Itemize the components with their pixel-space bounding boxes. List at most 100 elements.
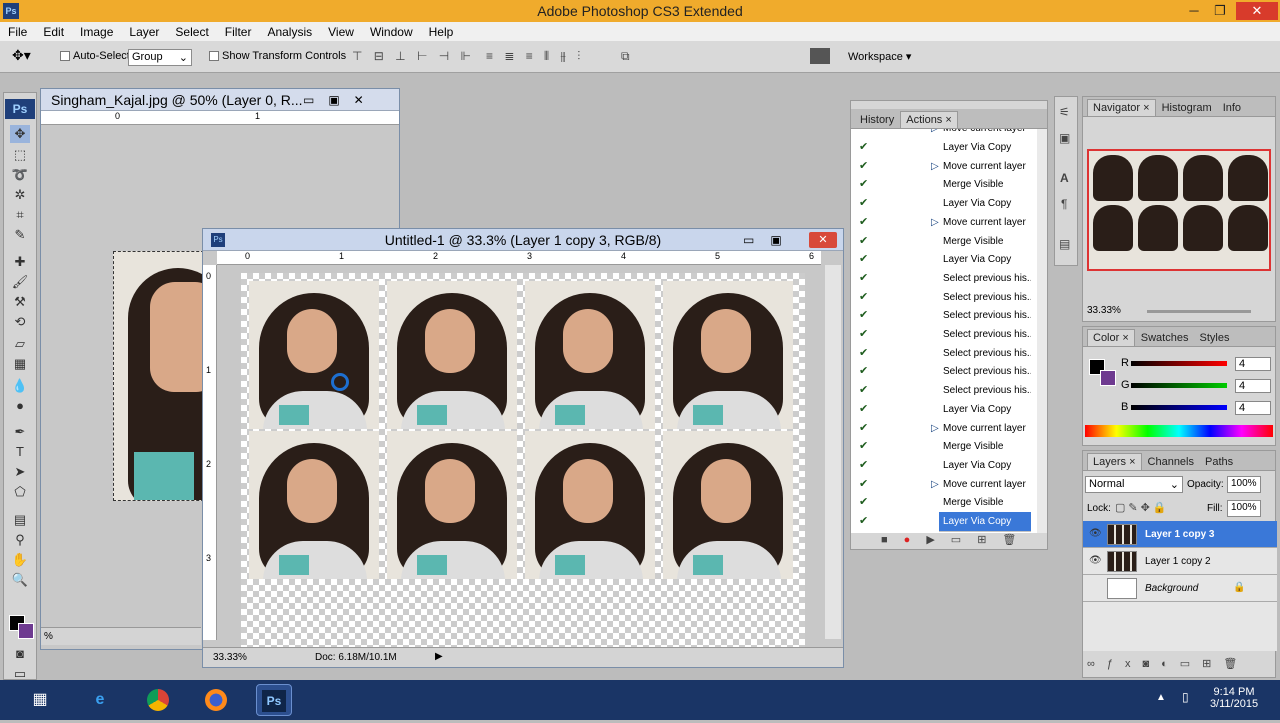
blend-mode-dropdown[interactable]: Normal ⌄ — [1085, 476, 1183, 493]
green-slider[interactable] — [1131, 383, 1227, 388]
quick-mask-icon[interactable]: ◙ — [10, 645, 30, 663]
auto-select-dropdown[interactable]: Group ⌄ — [128, 49, 192, 66]
lasso-tool-icon[interactable]: ➰ — [10, 166, 30, 184]
eyedropper-tool-icon[interactable]: ✎ — [10, 226, 30, 244]
layers-footer-icons[interactable]: ∞ƒx◙◐▭⊞🗑 — [1087, 657, 1249, 670]
dodge-tool-icon[interactable]: ● — [10, 397, 30, 415]
action-row[interactable]: ✔ Select previous his... — [851, 306, 1043, 327]
tab-styles[interactable]: Styles — [1194, 330, 1234, 346]
battery-icon[interactable]: ▯ — [1182, 690, 1189, 704]
healing-tool-icon[interactable]: ✚ — [10, 253, 30, 271]
tab-layers[interactable]: Layers × — [1087, 453, 1142, 470]
type-tool-icon[interactable]: T — [10, 443, 30, 461]
action-row[interactable]: ✔ ▷ Move current layer — [851, 418, 1043, 439]
menu-layer[interactable]: Layer — [121, 25, 167, 39]
navigator-zoom[interactable]: 33.33% — [1087, 305, 1121, 316]
record-icon[interactable]: ● — [904, 534, 927, 546]
actions-scrollbar[interactable] — [1037, 129, 1047, 533]
pen-tool-icon[interactable]: ✒ — [10, 423, 30, 441]
tab-histogram[interactable]: Histogram — [1157, 100, 1217, 116]
zoom-tool-icon[interactable]: 🔍 — [10, 571, 30, 589]
action-row[interactable]: ✔ Layer Via Copy — [851, 250, 1043, 271]
navigator-zoom-slider[interactable] — [1147, 310, 1251, 313]
canvas[interactable] — [241, 273, 805, 647]
action-row[interactable]: ✔ Merge Visible — [851, 231, 1043, 252]
check-icon[interactable]: ✔ — [859, 194, 868, 213]
stop-icon[interactable]: ■ — [881, 534, 904, 546]
check-icon[interactable]: ✔ — [859, 269, 868, 288]
menu-file[interactable]: File — [0, 25, 35, 39]
action-row[interactable]: ✔ Merge Visible — [851, 175, 1043, 196]
visibility-eye-icon[interactable]: 👁 — [1089, 528, 1102, 539]
action-row[interactable]: ✔ Layer Via Copy — [851, 194, 1043, 215]
menu-filter[interactable]: Filter — [217, 25, 260, 39]
eyedropper2-tool-icon[interactable]: ⚲ — [10, 531, 30, 549]
document-title-bar[interactable]: Ps Untitled-1 @ 33.3% (Layer 1 copy 3, R… — [203, 229, 843, 251]
action-row[interactable]: ✔ Layer Via Copy — [851, 399, 1043, 420]
status-menu-arrow-icon[interactable]: ▶ — [435, 651, 443, 662]
red-slider[interactable] — [1131, 361, 1227, 366]
action-row[interactable]: ✔ Select previous his... — [851, 343, 1043, 364]
action-row[interactable]: ✔ ▷ Move current layer — [851, 474, 1043, 495]
doc2-zoom[interactable]: 33.33% — [213, 652, 247, 663]
close-app-button[interactable]: ✕ — [1236, 2, 1278, 20]
doc2-close-button[interactable]: ✕ — [809, 232, 837, 248]
chrome-icon[interactable] — [140, 684, 176, 716]
layer-row[interactable]: 👁 Layer 1 copy 3 — [1083, 521, 1277, 548]
vertical-scrollbar[interactable] — [825, 265, 841, 639]
check-icon[interactable]: ✔ — [859, 493, 868, 512]
play-icon[interactable]: ▶ — [926, 534, 950, 546]
layer-row[interactable]: Background 🔒 — [1083, 575, 1277, 602]
brushes-icon[interactable]: ⚟ — [1059, 105, 1070, 119]
notes-tool-icon[interactable]: ▤ — [10, 511, 30, 529]
tray-arrow-icon[interactable]: ▲ — [1156, 692, 1166, 703]
expand-arrow-icon[interactable]: ▷ — [931, 157, 939, 176]
firefox-icon[interactable] — [198, 684, 234, 716]
action-row-partial[interactable]: ▷ Move current layer — [851, 129, 1043, 139]
tab-color[interactable]: Color × — [1087, 329, 1135, 346]
document-window-untitled[interactable]: Ps Untitled-1 @ 33.3% (Layer 1 copy 3, R… — [202, 228, 844, 668]
character-icon[interactable]: A — [1060, 171, 1069, 185]
menu-view[interactable]: View — [320, 25, 362, 39]
menu-image[interactable]: Image — [72, 25, 121, 39]
marquee-tool-icon[interactable]: ⬚ — [10, 146, 30, 164]
paragraph-icon[interactable]: ¶ — [1061, 197, 1067, 211]
tab-navigator[interactable]: Navigator × — [1087, 99, 1156, 116]
hand-tool-icon[interactable]: ✋ — [10, 551, 30, 569]
blue-value[interactable]: 4 — [1235, 401, 1271, 415]
expand-arrow-icon[interactable]: ▷ — [931, 129, 939, 138]
expand-arrow-icon[interactable]: ▷ — [931, 475, 939, 494]
tab-info[interactable]: Info — [1218, 100, 1246, 116]
brush-tool-icon[interactable]: 🖌 — [10, 273, 30, 291]
expand-arrow-icon[interactable]: ▷ — [931, 213, 939, 232]
file-explorer-icon[interactable]: ▦ — [22, 684, 58, 716]
history-brush-tool-icon[interactable]: ⟲ — [10, 313, 30, 331]
magic-wand-tool-icon[interactable]: ✲ — [10, 186, 30, 204]
check-icon[interactable]: ✔ — [859, 344, 868, 363]
check-icon[interactable]: ✔ — [859, 157, 868, 176]
gradient-tool-icon[interactable]: ▦ — [10, 355, 30, 373]
maximize-button[interactable]: ❐ — [1208, 2, 1232, 20]
layer-row[interactable]: 👁 Layer 1 copy 2 — [1083, 548, 1277, 575]
check-icon[interactable]: ✔ — [859, 232, 868, 251]
doc2-window-controls[interactable]: ▭▣ — [743, 229, 798, 251]
clock[interactable]: 9:14 PM 3/11/2015 — [1208, 686, 1260, 710]
photoshop-taskbar-icon[interactable]: Ps — [256, 684, 292, 716]
visibility-eye-icon[interactable]: 👁 — [1089, 555, 1102, 566]
check-icon[interactable]: ✔ — [859, 250, 868, 269]
new-set-icon[interactable]: ▭ — [951, 534, 977, 546]
doc1-window-controls[interactable]: ▭▣✕ — [303, 89, 378, 111]
tab-paths[interactable]: Paths — [1200, 454, 1238, 470]
check-icon[interactable]: ✔ — [859, 288, 868, 307]
check-icon[interactable]: ✔ — [859, 213, 868, 232]
lock-icons[interactable]: ▢✎✥🔒 — [1115, 501, 1170, 514]
document-title-bar[interactable]: Singham_Kajal.jpg @ 50% (Layer 0, R... ▭… — [41, 89, 399, 111]
move-tool-icon[interactable]: ✥▾ — [12, 47, 31, 64]
check-icon[interactable]: ✔ — [859, 175, 868, 194]
fill-input[interactable]: 100% — [1227, 500, 1261, 517]
trash-icon[interactable]: 🗑 — [1002, 534, 1032, 546]
action-row[interactable]: ✔ Select previous his... — [851, 325, 1043, 345]
action-row[interactable]: ✔ Merge Visible — [851, 493, 1043, 514]
check-icon[interactable]: ✔ — [859, 138, 868, 157]
action-row[interactable]: ✔ Merge Visible — [851, 437, 1043, 458]
